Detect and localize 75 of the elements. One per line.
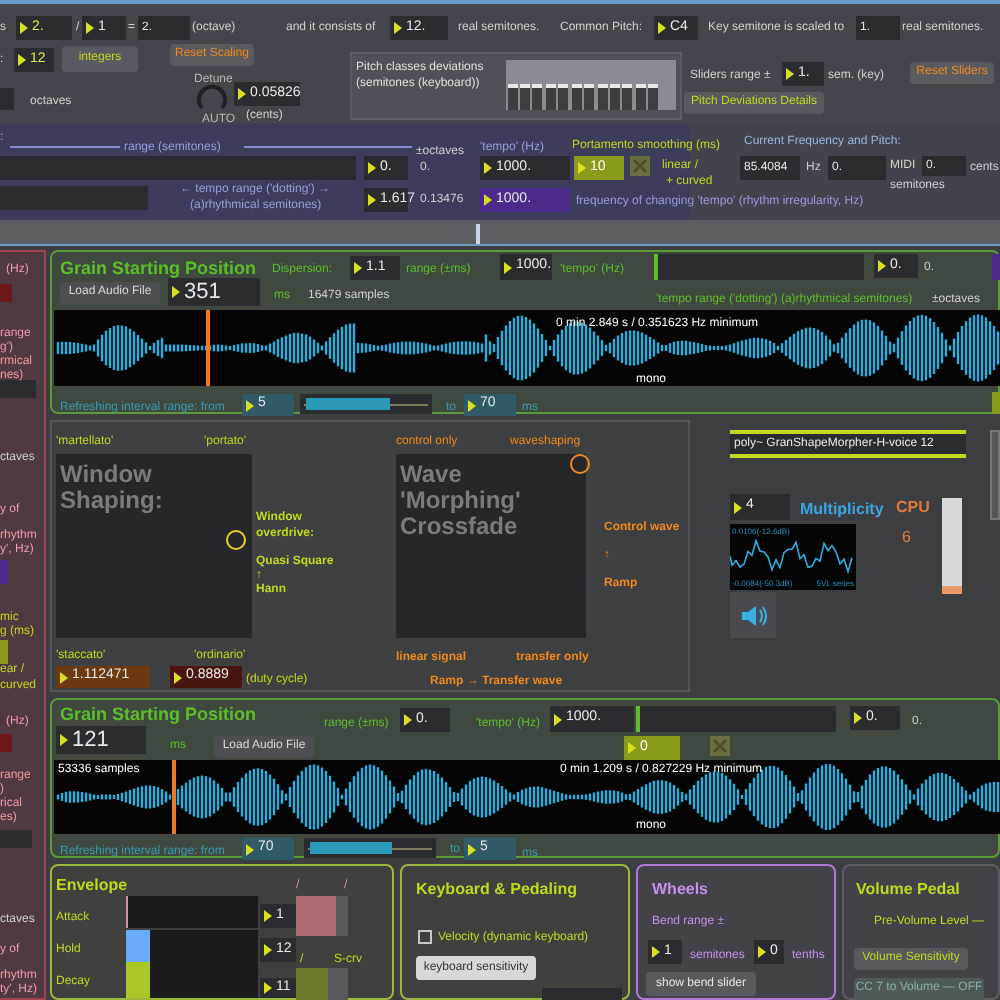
triangle-icon <box>20 22 28 34</box>
input-field <box>0 380 36 398</box>
section-title: Keyboard & Pedaling <box>416 880 577 900</box>
label-text: Multiplicity <box>800 502 884 518</box>
triangle-icon <box>554 713 562 725</box>
checkbox[interactable] <box>418 930 432 944</box>
triangle-icon <box>786 68 794 80</box>
speaker-button[interactable] <box>730 592 776 638</box>
triangle-icon <box>658 22 666 34</box>
triangle-icon <box>60 671 68 683</box>
triangle-icon <box>468 399 476 411</box>
section-title: Grain Starting Position <box>60 704 257 724</box>
triangle-icon <box>86 22 94 34</box>
triangle-icon <box>60 734 68 746</box>
section-title: Volume Pedal <box>856 880 960 900</box>
signal-trace <box>730 538 853 575</box>
number-box <box>992 254 1000 280</box>
playhead-cursor[interactable] <box>205 310 210 386</box>
triangle-icon <box>172 286 180 298</box>
playhead-cursor[interactable] <box>172 760 177 834</box>
input-field <box>542 988 622 1000</box>
label-text: 6 <box>902 530 911 546</box>
triangle-icon <box>368 162 376 174</box>
xy-pad[interactable]: Window Shaping: <box>56 454 252 638</box>
triangle-icon <box>878 260 886 272</box>
pad-title: Wave 'Morphing' Crossfade <box>400 462 523 540</box>
slider-fill[interactable] <box>310 842 392 854</box>
input-field <box>0 88 14 110</box>
label-text: CPU <box>896 500 930 516</box>
triangle-icon <box>246 399 254 411</box>
triangle-icon <box>504 261 512 273</box>
triangle-icon <box>734 501 742 513</box>
triangle-icon <box>468 843 476 855</box>
triangle-icon <box>264 944 272 956</box>
triangle-icon <box>758 946 766 958</box>
section-title: Grain Starting Position <box>60 258 257 278</box>
triangle-icon <box>578 162 586 174</box>
number-box <box>0 284 12 302</box>
xy-pad[interactable]: Wave 'Morphing' Crossfade <box>396 454 586 638</box>
knob-icon[interactable] <box>196 84 228 112</box>
pad-title: Window Shaping: <box>60 462 165 514</box>
triangle-icon <box>394 22 402 34</box>
triangle-icon <box>246 843 254 855</box>
toggle[interactable] <box>630 156 650 176</box>
section-title: Envelope <box>56 876 128 896</box>
number-box[interactable]: 121 <box>56 726 146 754</box>
toggle[interactable] <box>710 736 730 756</box>
triangle-icon <box>628 742 636 754</box>
triangle-icon <box>238 88 246 100</box>
triangle-icon <box>174 671 182 683</box>
slider-fill[interactable] <box>296 968 328 1000</box>
triangle-icon <box>18 54 26 66</box>
number-box <box>0 640 8 664</box>
triangle-icon <box>484 162 492 174</box>
panel-background <box>990 430 1000 520</box>
triangle-icon <box>404 714 412 726</box>
input-field <box>0 830 32 848</box>
triangle-icon <box>484 194 492 206</box>
speaker-icon <box>739 603 767 627</box>
slider-fill[interactable] <box>296 896 335 936</box>
slider-fill[interactable] <box>306 398 390 410</box>
scroll-handle <box>476 224 480 244</box>
number-box[interactable]: 351 <box>168 278 260 306</box>
pad-handle[interactable] <box>226 530 246 550</box>
triangle-icon <box>264 910 272 922</box>
section-title: Wheels <box>652 880 709 900</box>
pad-handle[interactable] <box>570 454 590 474</box>
number-box <box>992 392 1000 414</box>
triangle-icon <box>368 194 376 206</box>
triangle-icon <box>264 982 272 994</box>
number-box <box>0 560 8 584</box>
number-box <box>0 734 12 752</box>
triangle-icon <box>652 946 660 958</box>
triangle-icon <box>354 262 362 274</box>
triangle-icon <box>854 712 862 724</box>
